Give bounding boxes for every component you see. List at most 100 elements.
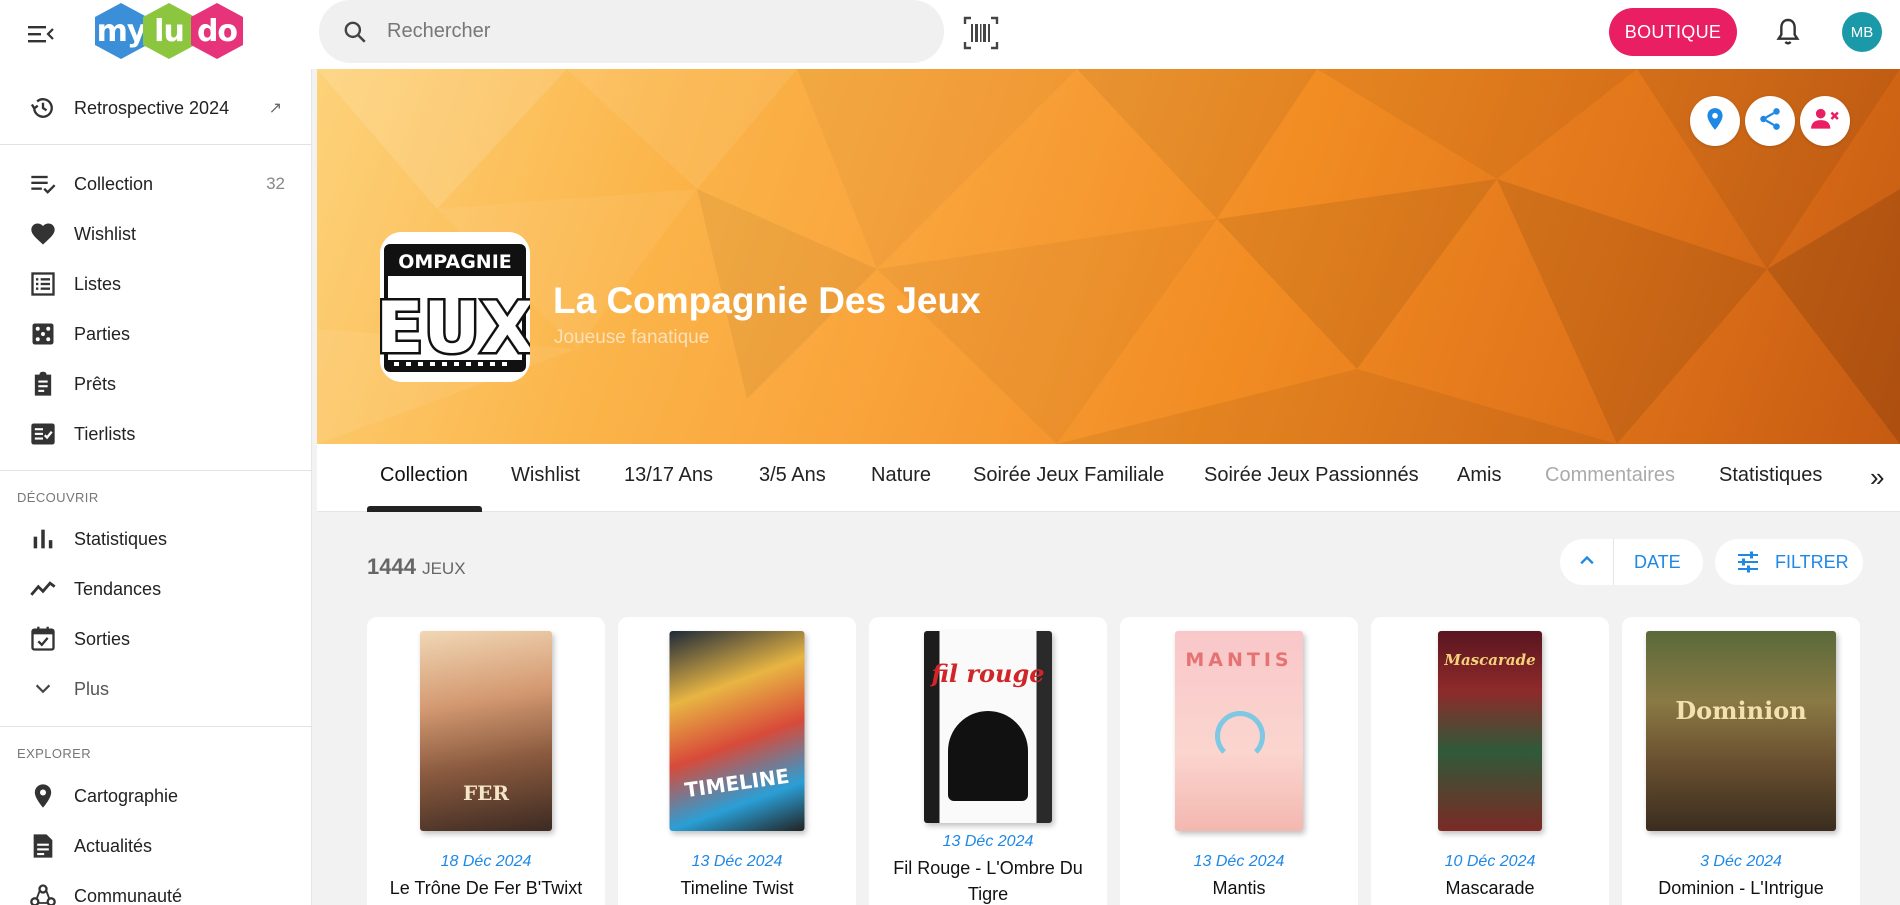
game-card[interactable]: fil rouge 13 Déc 2024 Fil Rouge - L'Ombr… <box>869 617 1107 905</box>
sidebar-item-cartographie[interactable]: Cartographie <box>0 773 312 819</box>
tabs-scroll-right-icon[interactable]: » <box>1870 462 1884 493</box>
sidebar-item-actualites[interactable]: Actualités <box>0 823 312 869</box>
unfollow-button[interactable] <box>1800 96 1850 146</box>
game-card[interactable]: FER 18 Déc 2024 Le Trône De Fer B'Twixt <box>367 617 605 905</box>
main-content: OMPAGNIE EUX La Compagnie Des Jeux Joueu… <box>317 69 1900 905</box>
active-tab-indicator <box>367 506 482 512</box>
sidebar-item-collection[interactable]: Collection 32 <box>0 161 312 207</box>
game-card[interactable]: Dominion 3 Déc 2024 Dominion - L'Intrigu… <box>1622 617 1860 905</box>
game-box-image: Dominion <box>1646 631 1836 831</box>
checklist-icon <box>28 419 58 449</box>
game-date: 3 Déc 2024 <box>1700 853 1782 870</box>
sidebar-item-plus[interactable]: Plus <box>0 666 312 712</box>
map-pin-icon <box>28 781 58 811</box>
games-count-value: 1444 <box>367 554 416 579</box>
game-card[interactable]: Mascarade 10 Déc 2024 Mascarade <box>1371 617 1609 905</box>
game-card[interactable]: MANTIS 13 Déc 2024 Mantis <box>1120 617 1358 905</box>
game-box-text: FER <box>462 781 510 805</box>
sort-date-button[interactable]: DATE <box>1614 552 1703 573</box>
logo-letters-2: lu <box>154 13 185 49</box>
game-date: 13 Déc 2024 <box>691 853 783 870</box>
game-date: 10 Déc 2024 <box>1444 853 1536 870</box>
tab-soiree-familiale[interactable]: Soirée Jeux Familiale <box>973 464 1164 487</box>
sidebar-item-label: Cartographie <box>74 785 179 806</box>
sidebar-item-label: Tendances <box>74 578 162 599</box>
tab-soiree-passionnes[interactable]: Soirée Jeux Passionnés <box>1204 464 1419 487</box>
list-icon <box>28 269 58 299</box>
club-logo-top-text: OMPAGNIE <box>398 251 512 273</box>
tiger-silhouette-image <box>948 711 1028 801</box>
sidebar-item-sorties[interactable]: Sorties <box>0 616 312 662</box>
game-title: Dominion - L'Intrigue <box>1658 878 1824 898</box>
sidebar-item-statistiques[interactable]: Statistiques <box>0 516 312 562</box>
sidebar-item-label: Sorties <box>74 628 131 649</box>
tab-nature[interactable]: Nature <box>871 464 931 487</box>
logo-letters-1: my <box>96 13 147 49</box>
sidebar-divider <box>0 470 312 471</box>
sidebar-item-label: Tierlists <box>74 423 136 444</box>
tab-statistiques[interactable]: Statistiques <box>1719 464 1822 487</box>
sidebar-item-retrospective[interactable]: Retrospective 2024 ↗ <box>0 85 312 131</box>
sidebar-item-label: Parties <box>74 323 131 344</box>
sidebar-retro-label: Retrospective 2024 <box>74 97 230 118</box>
game-date: 13 Déc 2024 <box>1193 853 1285 870</box>
game-box-image: fil rouge <box>924 631 1052 823</box>
logo-letters-3: do <box>196 13 238 49</box>
menu-toggle-icon[interactable] <box>26 19 56 49</box>
game-box-text: MANTIS <box>1185 649 1293 671</box>
location-button[interactable] <box>1690 96 1740 146</box>
community-icon <box>28 881 58 905</box>
sidebar-item-prets[interactable]: Prêts <box>0 361 312 407</box>
game-box-image: Mascarade <box>1438 631 1542 831</box>
sidebar-divider <box>0 726 312 727</box>
filter-button[interactable]: FILTRER <box>1715 539 1863 585</box>
sidebar-item-listes[interactable]: Listes <box>0 261 312 307</box>
club-avatar: OMPAGNIE EUX <box>380 232 530 382</box>
tab-13-17-ans[interactable]: 13/17 Ans <box>624 464 713 487</box>
sidebar-item-label: Wishlist <box>74 223 136 244</box>
remove-user-icon <box>1810 106 1840 137</box>
game-date: 18 Déc 2024 <box>440 853 532 870</box>
shop-button[interactable]: BOUTIQUE <box>1609 8 1737 56</box>
sort-control: DATE <box>1560 539 1703 585</box>
trending-icon <box>28 574 58 604</box>
sidebar-item-tierlists[interactable]: Tierlists <box>0 411 312 457</box>
myludo-logo[interactable]: my lu do <box>95 3 243 59</box>
user-avatar[interactable]: MB <box>1842 12 1882 52</box>
sort-direction-button[interactable] <box>1560 539 1614 585</box>
tab-amis[interactable]: Amis <box>1457 464 1501 487</box>
sidebar-item-label: Listes <box>74 273 122 294</box>
sidebar: Retrospective 2024 ↗ Collection 32 Wishl… <box>0 69 312 905</box>
share-icon <box>1757 106 1783 137</box>
game-title: Mascarade <box>1445 878 1535 898</box>
sidebar-item-communaute[interactable]: Communauté <box>0 873 312 905</box>
sidebar-item-parties[interactable]: Parties <box>0 311 312 357</box>
game-title: Timeline Twist <box>680 878 794 898</box>
history-icon <box>28 93 58 123</box>
sidebar-item-label: Communauté <box>74 885 183 905</box>
sidebar-item-label: Prêts <box>74 373 117 394</box>
notifications-bell-icon[interactable] <box>1772 16 1804 48</box>
tab-3-5-ans[interactable]: 3/5 Ans <box>759 464 826 487</box>
tab-collection[interactable]: Collection <box>380 464 468 487</box>
sidebar-item-label: Collection <box>74 173 154 194</box>
search-icon <box>339 16 371 48</box>
profile-banner: OMPAGNIE EUX La Compagnie Des Jeux Joueu… <box>317 69 1900 444</box>
share-button[interactable] <box>1745 96 1795 146</box>
heart-icon <box>28 219 58 249</box>
playlist-check-icon <box>28 169 58 199</box>
game-title: Fil Rouge - L'Ombre Du Tigre <box>893 858 1083 904</box>
dice-icon <box>28 319 58 349</box>
sidebar-divider <box>0 144 312 145</box>
tab-commentaires: Commentaires <box>1545 464 1676 486</box>
tab-wishlist[interactable]: Wishlist <box>511 464 580 487</box>
game-title: Mantis <box>1212 878 1266 898</box>
clipboard-icon <box>28 369 58 399</box>
search-input[interactable] <box>387 20 887 43</box>
top-bar: my lu do BOUTIQUE MB <box>0 0 1900 69</box>
barcode-scanner-icon[interactable] <box>963 15 999 51</box>
game-card[interactable]: TIMELINE 13 Déc 2024 Timeline Twist <box>618 617 856 905</box>
game-box-text: Dominion <box>1675 696 1807 725</box>
sidebar-item-tendances[interactable]: Tendances <box>0 566 312 612</box>
sidebar-item-wishlist[interactable]: Wishlist <box>0 211 312 257</box>
